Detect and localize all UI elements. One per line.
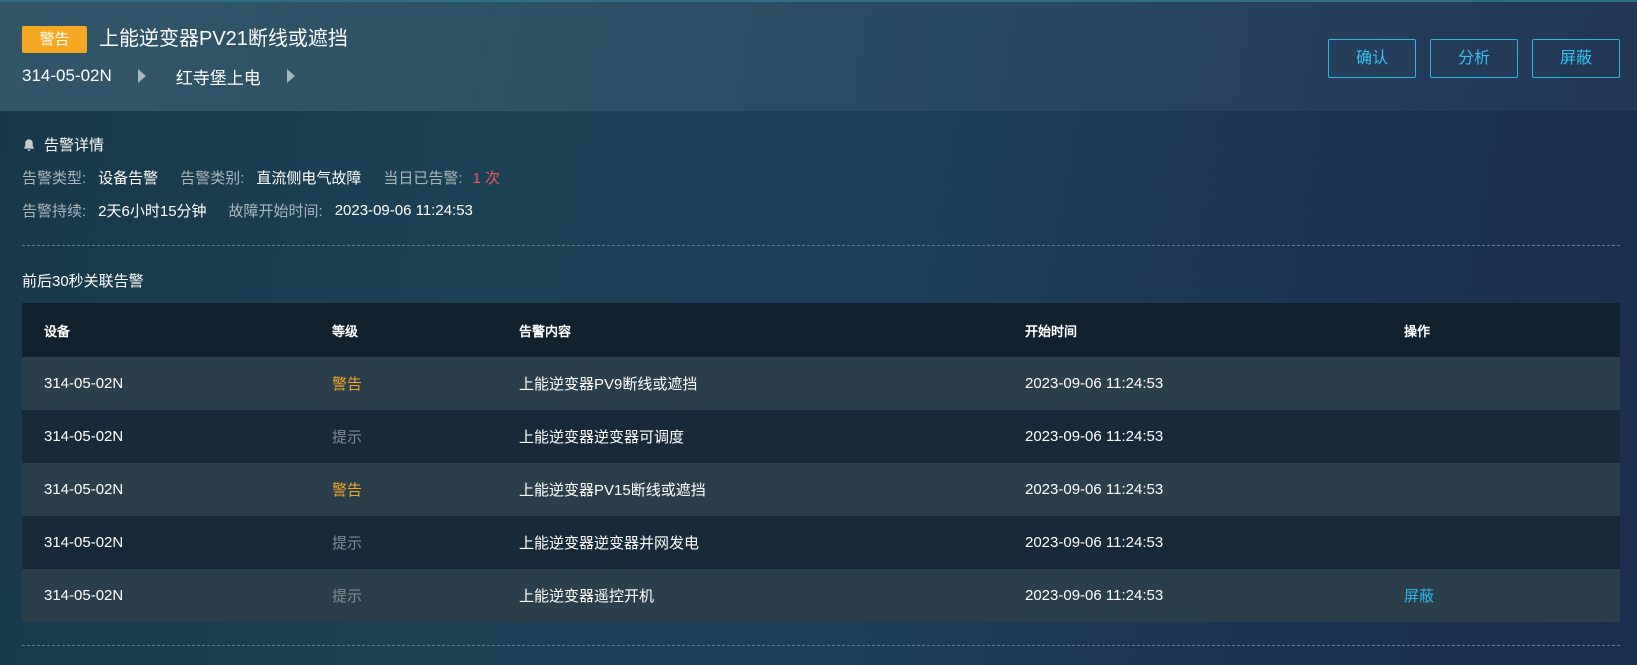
column-header-level: 等级 (332, 323, 359, 339)
start-time-cell: 2023-09-06 11:24:53 (1025, 481, 1164, 498)
start-time-cell: 2023-09-06 11:24:53 (1025, 587, 1164, 604)
related-alarms-table: 设备 等级 告警内容 开始时间 操作 314-05-02N 警告 上能逆变器PV… (22, 303, 1620, 622)
shield-button[interactable]: 屏蔽 (1532, 39, 1620, 78)
alarm-category-value: 直流侧电气故障 (256, 170, 362, 187)
alarm-title: 上能逆变器PV21断线或遮挡 (99, 28, 348, 50)
column-header-content: 告警内容 (519, 323, 572, 339)
level-cell: 提示 (332, 588, 363, 605)
section-divider (22, 245, 1620, 246)
confirm-button[interactable]: 确认 (1328, 39, 1416, 78)
alarm-duration-label: 告警持续: (22, 203, 87, 220)
start-time-cell: 2023-09-06 11:24:53 (1025, 375, 1164, 392)
header-actions: 确认 分析 屏蔽 (1328, 39, 1620, 78)
analyze-button[interactable]: 分析 (1430, 39, 1518, 78)
device-cell: 314-05-02N (44, 534, 124, 551)
alarm-header: 警告 上能逆变器PV21断线或遮挡 314-05-02N 红寺堡上电 确认 分析… (0, 0, 1637, 111)
breadcrumb-device[interactable]: 314-05-02N (22, 66, 112, 86)
alarm-today-count-value: 1 次 (472, 170, 501, 187)
bottom-divider (22, 645, 1620, 646)
content-cell: 上能逆变器PV15断线或遮挡 (519, 482, 706, 499)
alarm-type-label: 告警类型: (22, 170, 87, 187)
shield-row-link[interactable]: 屏蔽 (1404, 585, 1620, 606)
fault-start-label: 故障开始时间: (228, 203, 323, 220)
bell-icon (24, 138, 34, 151)
details-row-1: 告警类型: 设备告警 告警类别: 直流侧电气故障 当日已告警: 1 次 (22, 167, 500, 188)
level-cell: 提示 (332, 535, 363, 552)
fault-start-value: 2023-09-06 11:24:53 (334, 202, 473, 219)
details-section-title: 告警详情 (22, 134, 104, 155)
table-row: 314-05-02N 警告 上能逆变器PV9断线或遮挡 2023-09-06 1… (22, 357, 1620, 410)
alarm-level-badge: 警告 (22, 26, 87, 53)
start-time-cell: 2023-09-06 11:24:53 (1025, 428, 1164, 445)
breadcrumb: 314-05-02N 红寺堡上电 (22, 64, 325, 88)
triangle-right-icon (137, 69, 146, 83)
table-row: 314-05-02N 警告 上能逆变器PV15断线或遮挡 2023-09-06 … (22, 463, 1620, 516)
breadcrumb-station[interactable]: 红寺堡上电 (176, 64, 261, 89)
triangle-right-icon (286, 69, 295, 83)
content-cell: 上能逆变器遥控开机 (519, 588, 655, 605)
device-cell: 314-05-02N (44, 481, 124, 498)
start-time-cell: 2023-09-06 11:24:53 (1025, 534, 1164, 551)
table-row: 314-05-02N 提示 上能逆变器逆变器并网发电 2023-09-06 11… (22, 516, 1620, 569)
related-alarms-title: 前后30秒关联告警 (22, 273, 144, 290)
table-header: 设备 等级 告警内容 开始时间 操作 (22, 303, 1620, 357)
alarm-type-value: 设备告警 (98, 170, 159, 187)
level-cell: 提示 (332, 429, 363, 446)
device-cell: 314-05-02N (44, 375, 124, 392)
level-cell: 警告 (332, 482, 363, 499)
alarm-today-count-label: 当日已告警: (383, 170, 463, 187)
alarm-detail-page: 警告 上能逆变器PV21断线或遮挡 314-05-02N 红寺堡上电 确认 分析… (0, 0, 1637, 665)
column-header-operation: 操作 (1404, 323, 1431, 339)
content-cell: 上能逆变器逆变器并网发电 (519, 535, 700, 552)
column-header-start-time: 开始时间 (1025, 323, 1078, 339)
table-row: 314-05-02N 提示 上能逆变器遥控开机 2023-09-06 11:24… (22, 569, 1620, 622)
details-title: 告警详情 (44, 137, 105, 154)
table-row: 314-05-02N 提示 上能逆变器逆变器可调度 2023-09-06 11:… (22, 410, 1620, 463)
level-cell: 警告 (332, 376, 363, 393)
content-cell: 上能逆变器逆变器可调度 (519, 429, 685, 446)
alarm-category-label: 告警类别: (180, 170, 245, 187)
column-header-device: 设备 (44, 323, 71, 339)
device-cell: 314-05-02N (44, 428, 124, 445)
details-row-2: 告警持续: 2天6小时15分钟 故障开始时间: 2023-09-06 11:24… (22, 200, 495, 221)
alarm-duration-value: 2天6小时15分钟 (98, 203, 207, 220)
device-cell: 314-05-02N (44, 587, 124, 604)
content-cell: 上能逆变器PV9断线或遮挡 (519, 376, 698, 393)
